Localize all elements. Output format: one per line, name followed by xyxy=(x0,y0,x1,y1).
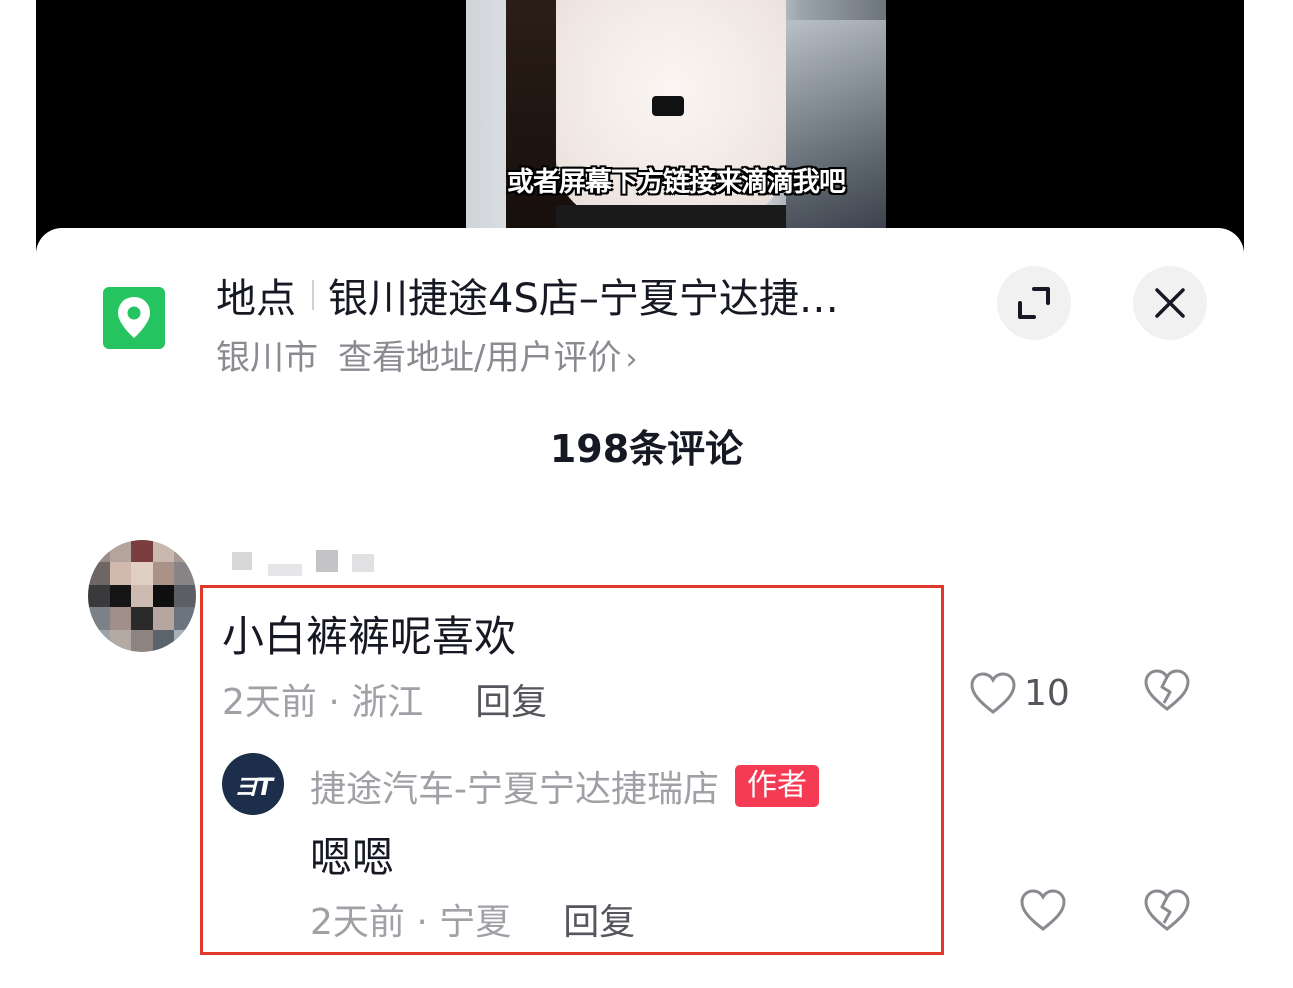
location-name: 银川捷途4S店–宁夏宁达捷… xyxy=(328,276,839,322)
like-button[interactable]: 10 xyxy=(968,666,1070,720)
reply-like-button[interactable] xyxy=(1018,887,1068,937)
comment-count: 198条评论 xyxy=(549,427,744,471)
dislike-button[interactable] xyxy=(1142,667,1192,717)
close-icon xyxy=(1155,288,1185,318)
reply-button[interactable]: 回复 xyxy=(475,682,547,723)
location-detail-link[interactable]: 查看地址/用户评价 xyxy=(338,338,621,378)
reply-dislike-button[interactable] xyxy=(1142,887,1192,937)
broken-heart-icon xyxy=(1144,669,1190,711)
avatar[interactable] xyxy=(88,540,196,652)
map-pin-icon xyxy=(103,287,165,349)
comment-text: 小白裤裤呢喜欢 xyxy=(222,612,517,661)
location-label: 地点 xyxy=(216,276,296,322)
chevron-right-icon: › xyxy=(625,342,638,377)
video-caption: 或者屏幕下方链接来滴滴我吧 xyxy=(507,167,846,198)
video-frame: 或者屏幕下方链接来滴滴我吧 xyxy=(466,0,886,260)
video-player[interactable]: 或者屏幕下方链接来滴滴我吧 xyxy=(36,0,1244,260)
heart-icon xyxy=(970,672,1016,714)
broken-heart-icon xyxy=(1144,889,1190,931)
reply-text: 嗯嗯 xyxy=(310,833,395,882)
reply-button[interactable]: 回复 xyxy=(563,902,635,943)
reply-meta: 2天前 · 宁夏 回复 xyxy=(310,893,635,945)
close-button[interactable] xyxy=(1133,266,1207,340)
username-blurred[interactable] xyxy=(232,550,392,580)
reply-author-name: 捷途汽车-宁夏宁达捷瑞店 xyxy=(310,769,719,810)
location-subline: 银川市 查看地址/用户评价 › xyxy=(216,330,637,379)
expand-icon xyxy=(1018,287,1050,319)
comment-meta: 2天前 · 浙江 回复 xyxy=(222,673,547,725)
reply-time-location: 2天前 · 宁夏 xyxy=(310,902,512,943)
video-mic xyxy=(652,96,684,116)
location-city: 银川市 xyxy=(216,338,318,378)
expand-button[interactable] xyxy=(997,266,1071,340)
comment-time-location: 2天前 · 浙江 xyxy=(222,682,424,723)
video-bg-car xyxy=(786,20,886,260)
heart-icon xyxy=(1020,889,1066,931)
author-avatar[interactable]: ヨT xyxy=(222,753,284,815)
title-divider xyxy=(312,280,314,310)
author-badge: 作者 xyxy=(735,765,819,807)
location-title[interactable]: 地点 银川捷途4S店–宁夏宁达捷… xyxy=(216,266,839,324)
like-count: 10 xyxy=(1024,672,1070,714)
reply-author[interactable]: 捷途汽车-宁夏宁达捷瑞店 作者 xyxy=(310,760,819,812)
